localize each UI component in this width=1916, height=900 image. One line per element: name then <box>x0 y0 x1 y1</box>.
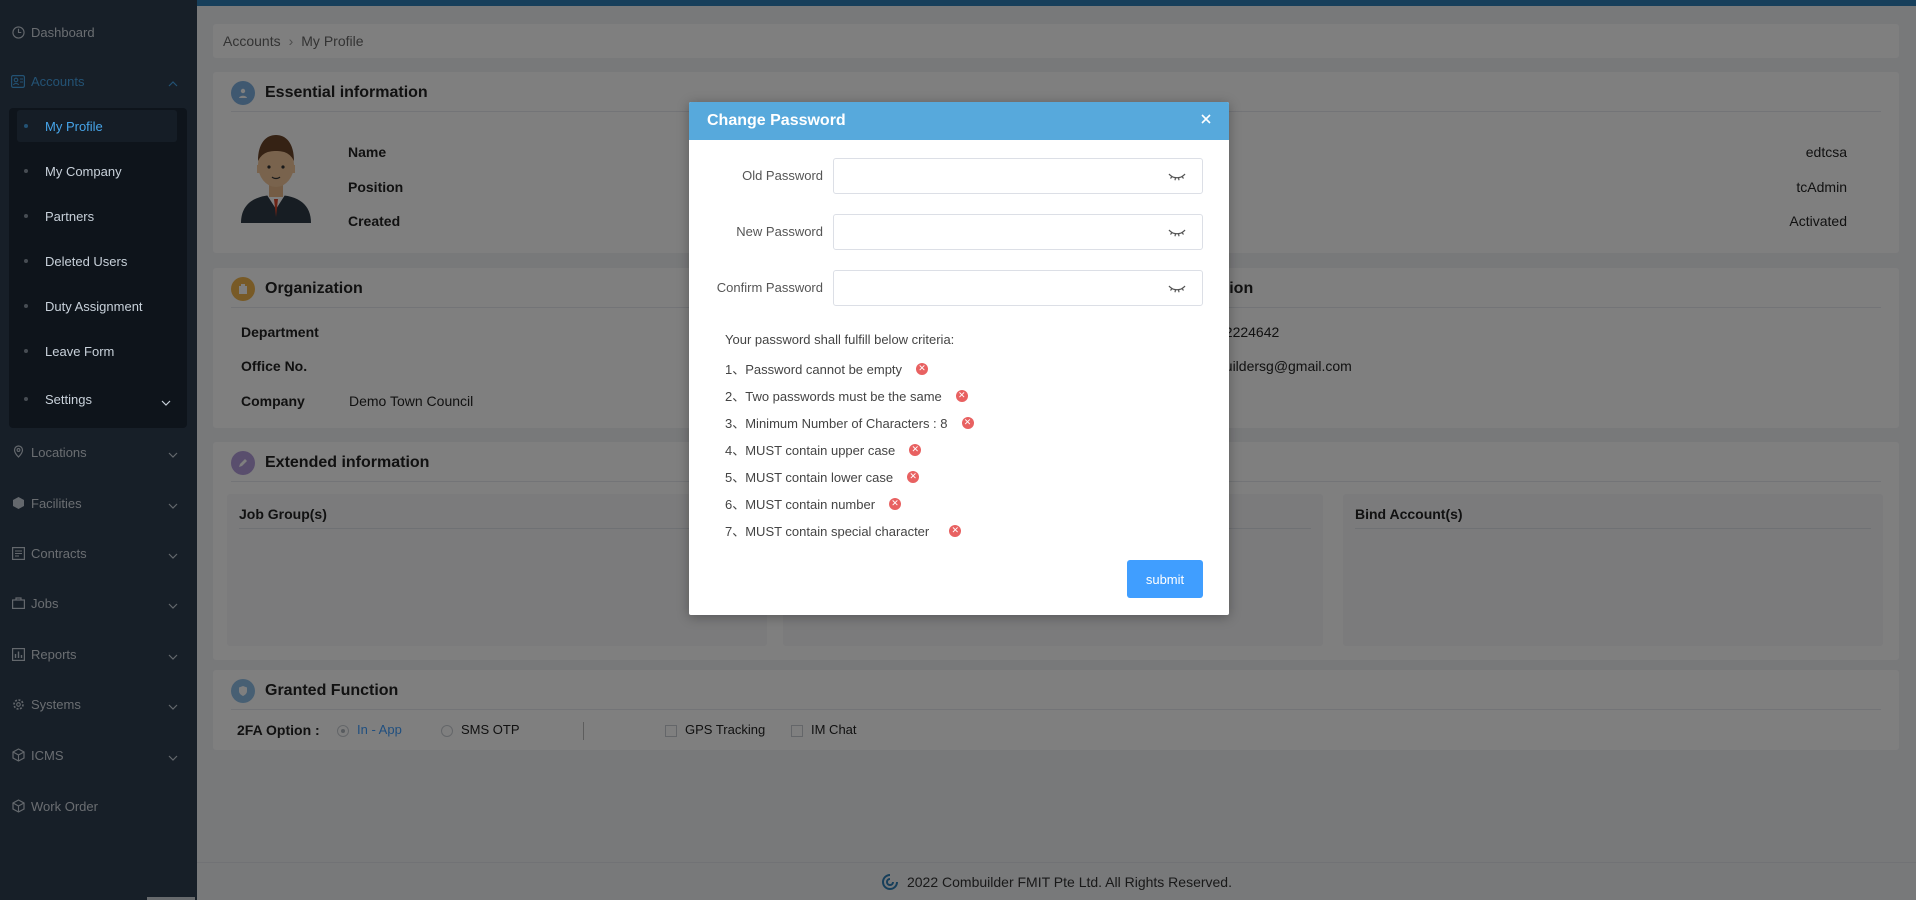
criteria-item: 2、Two passwords must be the same ✕ <box>725 386 968 405</box>
criteria-item: 5、MUST contain lower case ✕ <box>725 467 920 486</box>
eye-closed-icon[interactable] <box>1167 225 1187 239</box>
error-x-icon: ✕ <box>955 389 968 402</box>
error-x-icon: ✕ <box>949 524 962 537</box>
criteria-text: 2、Two passwords must be the same <box>725 389 942 404</box>
new-password-input[interactable] <box>833 214 1203 250</box>
error-x-icon: ✕ <box>907 470 920 483</box>
criteria-heading: Your password shall fulfill below criter… <box>725 332 955 347</box>
close-icon[interactable] <box>1199 112 1213 126</box>
confirm-password-input[interactable] <box>833 270 1203 306</box>
dialog-header: Change Password <box>689 102 1229 140</box>
new-password-label: New Password <box>736 224 823 239</box>
criteria-text: 4、MUST contain upper case <box>725 443 896 458</box>
change-password-dialog: Change Password Old Password New Passwor… <box>689 102 1229 615</box>
error-x-icon: ✕ <box>909 443 922 456</box>
criteria-item: 1、Password cannot be empty ✕ <box>725 359 929 378</box>
sidebar-item-label: My Company <box>45 163 122 179</box>
sidebar-item-label: Deleted Users <box>45 253 128 269</box>
old-password-row: Old Password <box>689 158 1229 194</box>
old-password-input[interactable] <box>833 158 1203 194</box>
criteria-item: 6、MUST contain number ✕ <box>725 494 902 513</box>
eye-closed-icon[interactable] <box>1167 169 1187 183</box>
criteria-text: 3、Minimum Number of Characters : 8 <box>725 416 948 431</box>
error-x-icon: ✕ <box>916 362 929 375</box>
criteria-text: 6、MUST contain number <box>725 497 876 512</box>
submit-button[interactable]: submit <box>1127 560 1203 598</box>
criteria-item: 4、MUST contain upper case ✕ <box>725 440 922 459</box>
chevron-down-icon <box>161 394 171 409</box>
eye-closed-icon[interactable] <box>1167 281 1187 295</box>
error-x-icon: ✕ <box>961 416 974 429</box>
criteria-text: 7、MUST contain special character <box>725 524 930 539</box>
sidebar-item-label: Duty Assignment <box>45 298 143 314</box>
confirm-password-label: Confirm Password <box>716 280 823 295</box>
sidebar-item-label: Partners <box>45 208 95 224</box>
new-password-row: New Password <box>689 214 1229 250</box>
dialog-title: Change Password <box>707 112 846 129</box>
old-password-label: Old Password <box>742 168 823 183</box>
criteria-item: 7、MUST contain special character ✕ <box>725 521 962 540</box>
confirm-password-row: Confirm Password <box>689 270 1229 306</box>
error-x-icon: ✕ <box>889 497 902 510</box>
sidebar-item-label: My Profile <box>45 118 103 134</box>
criteria-text: 1、Password cannot be empty <box>725 362 903 377</box>
sidebar-item-label: Leave Form <box>45 343 115 359</box>
sidebar-item-label: Settings <box>45 391 92 407</box>
criteria-text: 5、MUST contain lower case <box>725 470 894 485</box>
criteria-item: 3、Minimum Number of Characters : 8 ✕ <box>725 413 974 432</box>
